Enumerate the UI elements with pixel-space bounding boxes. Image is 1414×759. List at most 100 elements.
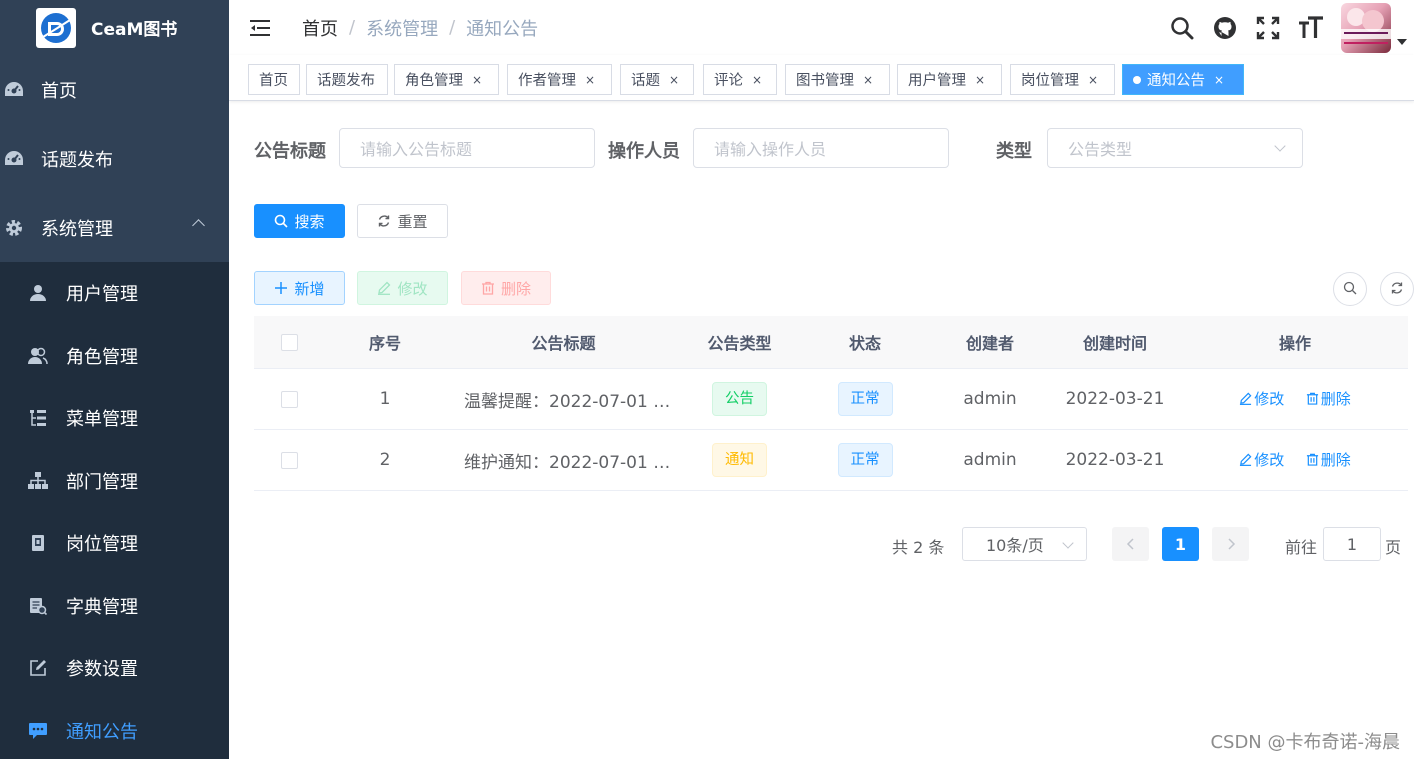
close-icon[interactable]: ×: [975, 73, 985, 87]
tag-topic-publish[interactable]: 话题发布: [306, 64, 388, 95]
cell-created: 2022-03-21: [1065, 389, 1165, 409]
table-row[interactable]: 1 温馨提醒：2022-07-01 … 公告 正常 admin 2022-03-…: [254, 369, 1408, 430]
edit-button-label: 修改: [397, 279, 428, 298]
chevron-up-icon: [192, 219, 205, 232]
close-icon[interactable]: ×: [669, 73, 679, 87]
column-header: 创建时间: [1082, 334, 1147, 353]
row-edit-link[interactable]: 修改: [1239, 449, 1284, 470]
edit-button[interactable]: 修改: [357, 271, 448, 305]
tag-user[interactable]: 用户管理 ×: [897, 64, 1002, 95]
table-header: 序号 公告标题 公告类型 状态 创建者 创建时间 操作: [254, 316, 1408, 369]
close-icon[interactable]: ×: [863, 73, 873, 87]
close-icon[interactable]: ×: [1088, 73, 1098, 87]
add-button[interactable]: 新增: [254, 271, 345, 305]
cell-status: 正常: [798, 382, 932, 416]
current-page-label: 1: [1174, 534, 1187, 554]
sidebar-item-label: 部门管理: [66, 471, 138, 493]
tag-post[interactable]: 岗位管理 ×: [1010, 64, 1115, 95]
operator-placeholder: 请输入操作人员: [714, 140, 827, 159]
sidebar-item-system[interactable]: 系统管理: [0, 193, 229, 262]
font-size-icon[interactable]: [1298, 15, 1324, 41]
sidebar-item-dict[interactable]: 字典管理: [0, 575, 229, 638]
tag-label: 首页: [259, 73, 288, 89]
refresh-button[interactable]: [1380, 272, 1414, 306]
operator-input[interactable]: 请输入操作人员: [693, 128, 949, 168]
edit-icon: [377, 281, 391, 295]
row-edit-link[interactable]: 修改: [1239, 388, 1284, 409]
chevron-down-icon: [1274, 140, 1286, 152]
breadcrumb-separator: /: [449, 17, 456, 38]
cell-actions: 修改 删除: [1182, 388, 1408, 410]
sidebar-item-notice[interactable]: 通知公告: [0, 700, 229, 759]
plus-icon: [274, 281, 288, 295]
status-badge: 正常: [837, 382, 893, 416]
tag-notice[interactable]: 通知公告 ×: [1122, 64, 1244, 95]
goto-page-value: 1: [1346, 534, 1358, 554]
sidebar-item-label: 岗位管理: [66, 534, 138, 556]
goto-page-input[interactable]: 1: [1323, 527, 1381, 561]
row-edit-label: 修改: [1254, 390, 1285, 408]
close-icon[interactable]: ×: [472, 73, 482, 87]
type-placeholder: 公告类型: [1068, 140, 1133, 159]
trash-icon: [1306, 453, 1318, 466]
sidebar-item-dept[interactable]: 部门管理: [0, 450, 229, 513]
next-page-button[interactable]: [1212, 527, 1249, 561]
toggle-search-button[interactable]: [1333, 272, 1367, 306]
close-icon[interactable]: ×: [585, 73, 595, 87]
sidebar-item-topic-publish[interactable]: 话题发布: [0, 124, 229, 193]
tag-comment[interactable]: 评论 ×: [703, 64, 777, 95]
select-all-checkbox[interactable]: [280, 333, 298, 351]
post-icon: [28, 533, 48, 553]
hamburger-icon[interactable]: [249, 19, 271, 37]
sidebar-item-menu[interactable]: 菜单管理: [0, 387, 229, 450]
cell-type: 通知: [681, 443, 798, 477]
sidebar-item-label: 用户管理: [66, 284, 138, 306]
close-icon[interactable]: ×: [1214, 73, 1224, 87]
row-checkbox[interactable]: [280, 390, 298, 408]
tag-label: 角色管理: [405, 73, 463, 89]
row-delete-link[interactable]: 删除: [1306, 449, 1351, 470]
delete-button[interactable]: 删除: [461, 271, 551, 305]
page-size-label: 10条/页: [986, 536, 1044, 555]
dashboard-icon: [4, 149, 24, 169]
title-input[interactable]: 请输入公告标题: [339, 128, 595, 168]
sidebar-item-post[interactable]: 岗位管理: [0, 512, 229, 575]
sidebar-item-user[interactable]: 用户管理: [0, 262, 229, 325]
active-dot-icon: [1133, 75, 1141, 84]
tag-home[interactable]: 首页: [248, 64, 300, 95]
reset-button[interactable]: 重置: [357, 204, 448, 238]
breadcrumb-home[interactable]: 首页: [302, 15, 338, 41]
chevron-left-icon: [1126, 535, 1136, 554]
row-checkbox[interactable]: [280, 451, 298, 469]
caret-down-icon[interactable]: [1397, 38, 1407, 45]
breadcrumb-separator: /: [349, 17, 356, 38]
chevron-down-icon: [1062, 537, 1074, 549]
avatar[interactable]: [1341, 2, 1391, 53]
tag-book[interactable]: 图书管理 ×: [785, 64, 890, 95]
tree-icon: [28, 471, 48, 491]
tag-author[interactable]: 作者管理 ×: [507, 64, 612, 95]
row-delete-link[interactable]: 删除: [1306, 388, 1351, 409]
row-delete-label: 删除: [1320, 451, 1351, 469]
close-icon[interactable]: ×: [752, 73, 762, 87]
logo[interactable]: CeaM图书: [0, 0, 229, 55]
type-select[interactable]: 公告类型: [1047, 128, 1303, 168]
search-icon[interactable]: [1169, 15, 1195, 41]
search-button[interactable]: 搜索: [254, 204, 345, 238]
fullscreen-icon[interactable]: [1255, 15, 1281, 41]
sidebar-item-role[interactable]: 角色管理: [0, 325, 229, 388]
table-row[interactable]: 2 维护通知：2022-07-01 … 通知 正常 admin 2022-03-…: [254, 430, 1408, 491]
sidebar-item-home[interactable]: 首页: [0, 55, 229, 124]
page-size-select[interactable]: 10条/页: [962, 527, 1087, 561]
github-icon[interactable]: [1212, 15, 1238, 41]
cell-creator: admin: [963, 450, 1017, 470]
sidebar-item-config[interactable]: 参数设置: [0, 637, 229, 700]
app-title: CeaM图书: [91, 20, 178, 40]
tag-role[interactable]: 角色管理 ×: [394, 64, 499, 95]
prev-page-button[interactable]: [1112, 527, 1149, 561]
page-1-button[interactable]: 1: [1162, 527, 1199, 561]
notice-table: 序号 公告标题 公告类型 状态 创建者 创建时间 操作 1 温馨提醒：2022-…: [254, 316, 1408, 491]
edit-icon: [1240, 453, 1252, 466]
cell-creator: admin: [963, 389, 1017, 409]
tag-topic[interactable]: 话题 ×: [620, 64, 694, 95]
